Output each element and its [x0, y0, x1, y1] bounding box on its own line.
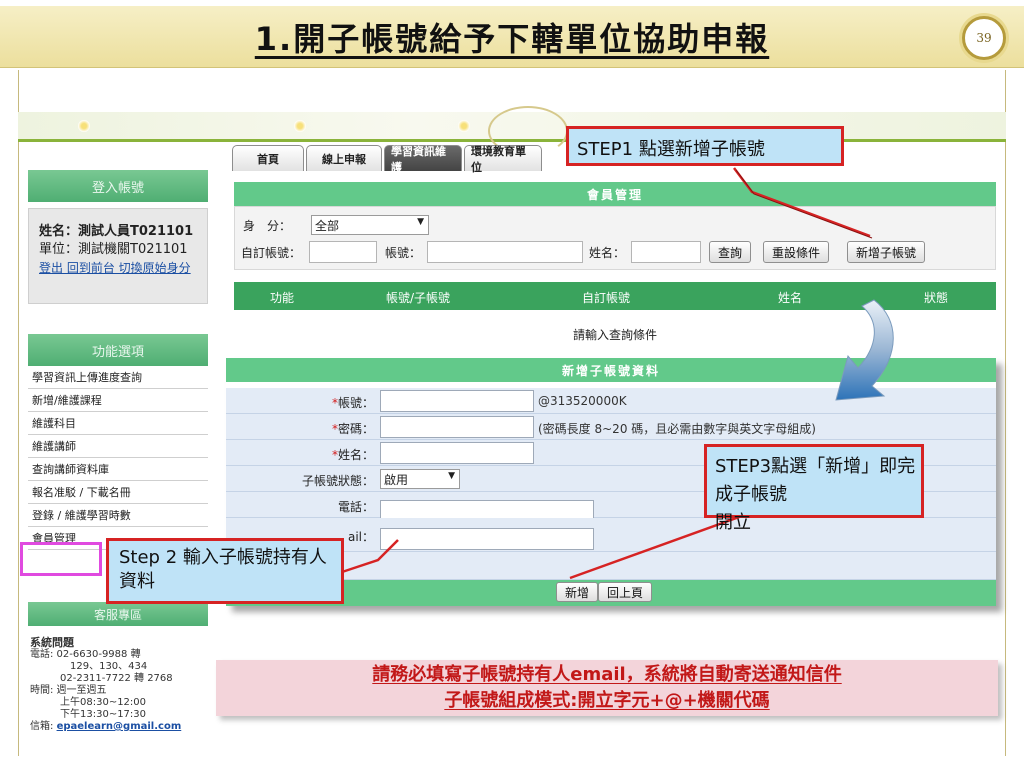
email-field[interactable] [380, 528, 594, 550]
account-field-label-text: 帳號： [337, 396, 374, 410]
form-row-account: *帳號： @313520000K [226, 388, 996, 414]
service-phone-2: 02-2311-7722 轉 2768 [60, 673, 173, 684]
system-issue-label: 系統問題 [30, 636, 74, 649]
chevron-down-icon: ▼ [417, 217, 424, 227]
bottom-note-line-1: 請務必填寫子帳號持有人email，系統將自動寄送通知信件 [372, 664, 842, 685]
tab-online-report[interactable]: 線上申報 [306, 145, 382, 171]
step1-callout: STEP1 點選新增子帳號 [566, 126, 844, 166]
flower-icon [78, 120, 90, 132]
tab-env-edu-unit[interactable]: 環境教育單位 [464, 145, 542, 174]
search-area: 身 分： 全部 ▼ 自訂帳號： 帳號： 姓名： 查詢 重設條件 新增子帳號 [234, 206, 996, 270]
form-row-password: *密碼： (密碼長度 8~20 碼，且必需由數字與英文字母組成) [226, 414, 996, 440]
status-select-value: 啟用 [384, 473, 409, 487]
name-field-label-text: 姓名： [337, 448, 374, 462]
slide-title: 1.開子帳號給予下轄單位協助申報 [254, 20, 770, 58]
custom-account-input[interactable] [309, 241, 377, 263]
name-input[interactable] [631, 241, 701, 263]
identity-select[interactable]: 全部 ▼ [311, 215, 429, 235]
service-hours-am: 上午08:30~12:00 [60, 697, 147, 708]
login-info-box: 姓名：測試人員T021101 單位：測試機關T021101 登出 回到前台 切換… [28, 208, 208, 304]
menu-item-lecturer-db[interactable]: 查詢講師資料庫 [28, 458, 208, 481]
service-mail-row: 信箱: epaelearn@gmail.com [30, 721, 208, 733]
menu-item-subjects[interactable]: 維護科目 [28, 412, 208, 435]
status-select[interactable]: 啟用 ▼ [380, 469, 460, 489]
chevron-down-icon: ▼ [448, 471, 455, 481]
account-suffix: @313520000K [538, 394, 627, 408]
flower-icon [458, 120, 470, 132]
site-banner [18, 106, 1006, 156]
bottom-note: 請務必填寫子帳號持有人email，系統將自動寄送通知信件 子帳號組成模式:開立字… [216, 660, 998, 716]
email-field-label: ail： [347, 530, 374, 544]
column-status: 狀態 [924, 291, 949, 305]
menu-item-lecturers[interactable]: 維護講師 [28, 435, 208, 458]
service-phone-1: 電話: 02-6630-9988 轉 [30, 649, 141, 660]
identity-select-value: 全部 [315, 219, 340, 233]
phone-field-label: 電話： [337, 500, 374, 514]
name-field-label: *姓名： [332, 446, 374, 463]
status-field-label: 子帳號狀態： [301, 474, 374, 488]
login-links[interactable]: 登出 回到前台 切換原始身分 [39, 259, 207, 277]
service-mail-label: 信箱: [30, 721, 54, 732]
password-field-label-text: 密碼： [337, 422, 374, 436]
password-field-label: *密碼： [332, 420, 374, 437]
name-label: 姓名： [589, 246, 626, 260]
function-menu: 學習資訊上傳進度查詢 新增/維護課程 維護科目 維護講師 查詢講師資料庫 報名准… [28, 366, 208, 550]
result-table-header: 功能 帳號/子帳號 自訂帳號 姓名 狀態 [234, 282, 996, 310]
column-name: 姓名 [778, 291, 803, 305]
password-note: (密碼長度 8~20 碼，且必需由數字與英文字母組成) [538, 422, 816, 436]
step2-callout: Step 2 輸入子帳號持有人資料 [106, 538, 344, 604]
back-button[interactable]: 回上頁 [598, 582, 653, 602]
password-field[interactable] [380, 416, 534, 438]
menu-item-courses[interactable]: 新增/維護課程 [28, 389, 208, 412]
column-function: 功能 [270, 291, 295, 305]
account-field[interactable] [380, 390, 534, 412]
step3-callout: STEP3點選「新增」即完成子帳號 開立 [704, 444, 924, 533]
tab-learning-info[interactable]: 學習資訊維護 [384, 145, 462, 174]
menu-item-registration[interactable]: 報名准駁 / 下載名冊 [28, 481, 208, 504]
account-field-label: *帳號： [332, 394, 374, 411]
menu-highlight-box [20, 542, 102, 576]
query-hint: 請輸入查詢條件 [572, 328, 657, 342]
account-label: 帳號： [385, 246, 422, 260]
menu-item-hours[interactable]: 登錄 / 維護學習時數 [28, 504, 208, 527]
member-panel-title: 會員管理 [234, 182, 996, 206]
identity-label: 身 分： [243, 219, 292, 233]
name-field[interactable] [380, 442, 534, 464]
main-tabs: 首頁 線上申報 學習資訊維護 環境教育單位 [232, 145, 542, 174]
menu-section-title: 功能選項 [28, 334, 208, 366]
new-form-title: 新增子帳號資料 [226, 358, 996, 382]
service-hours: 時間: 週一至週五 [30, 685, 107, 696]
custom-account-label: 自訂帳號： [241, 246, 302, 260]
step3-callout-text: STEP3點選「新增」即完成子帳號 [715, 456, 916, 505]
service-ext-1: 129、130、434 [70, 661, 148, 672]
service-section-title: 客服專區 [28, 602, 208, 626]
add-button[interactable]: 新增 [556, 582, 599, 602]
query-button[interactable]: 查詢 [709, 241, 752, 263]
tab-home[interactable]: 首頁 [232, 145, 304, 171]
column-account: 帳號/子帳號 [386, 291, 451, 305]
step3-callout-overflow: 開立 [715, 512, 751, 533]
user-unit: 單位：測試機關T021101 [39, 242, 188, 257]
service-hours-pm: 下午13:30~17:30 [60, 709, 147, 720]
customer-service-info: 系統問題 電話: 02-6630-9988 轉 129、130、434 02-2… [28, 631, 208, 755]
bottom-note-line-2: 子帳號組成模式:開立字元+@+機關代碼 [444, 690, 770, 711]
page-number: 39 [962, 16, 1006, 60]
menu-item-progress[interactable]: 學習資訊上傳進度查詢 [28, 366, 208, 389]
service-mail-link[interactable]: epaelearn@gmail.com [57, 721, 182, 732]
login-section-title: 登入帳號 [28, 170, 208, 202]
add-sub-account-button[interactable]: 新增子帳號 [847, 241, 926, 263]
flower-icon [294, 120, 306, 132]
account-input[interactable] [427, 241, 583, 263]
column-custom-account: 自訂帳號 [582, 291, 631, 305]
reset-button[interactable]: 重設條件 [763, 241, 830, 263]
user-name: 姓名：測試人員T021101 [39, 224, 194, 239]
